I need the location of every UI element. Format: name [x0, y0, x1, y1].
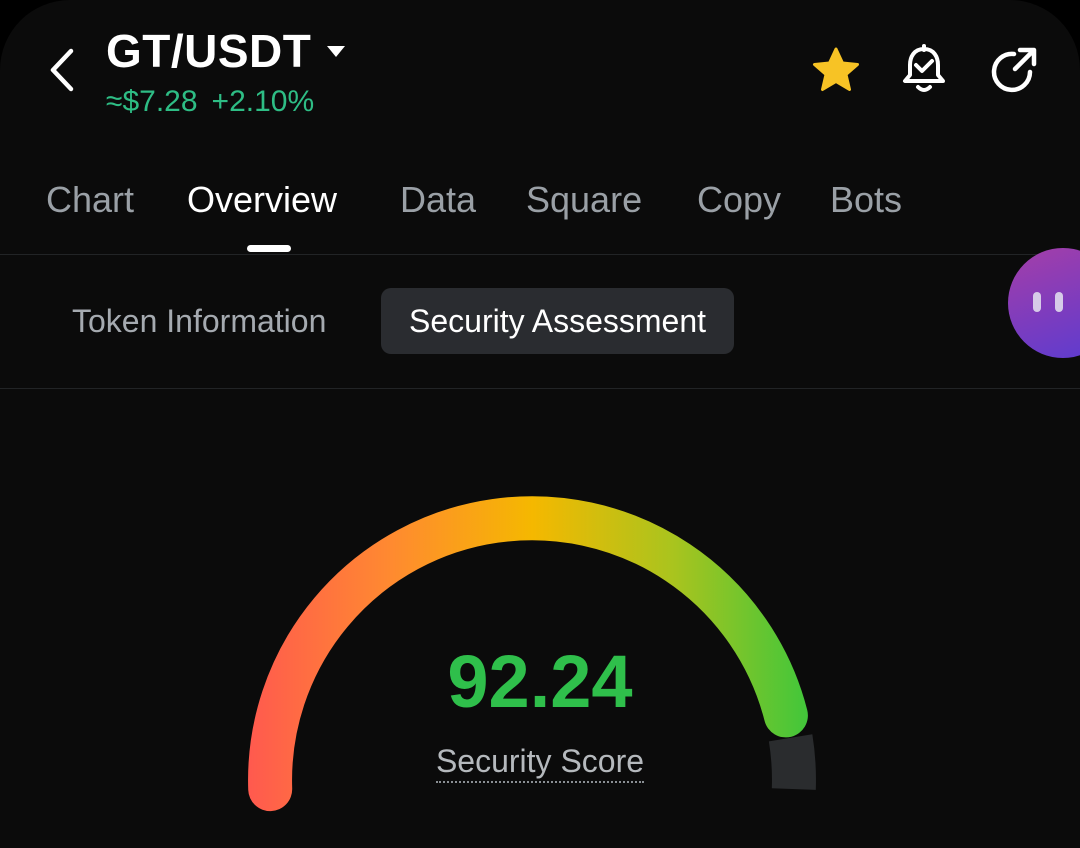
- assistant-eye-icon: [1033, 292, 1041, 312]
- tab-data[interactable]: Data: [400, 176, 476, 224]
- tab-copy[interactable]: Copy: [697, 176, 781, 224]
- star-icon: [813, 47, 859, 91]
- tab-chart[interactable]: Chart: [46, 176, 134, 224]
- bell-check-icon: [903, 44, 945, 92]
- pair-selector[interactable]: GT/USDT: [106, 24, 347, 78]
- subtabs-divider: [0, 388, 1080, 389]
- gauge-track: [768, 734, 816, 790]
- share-button[interactable]: [988, 44, 1040, 96]
- favorite-button[interactable]: [810, 44, 862, 96]
- share-icon: [991, 47, 1037, 93]
- subtab-security-assessment[interactable]: Security Assessment: [381, 288, 734, 354]
- price-alert-button[interactable]: [898, 44, 950, 96]
- back-button[interactable]: [38, 44, 86, 96]
- caret-down-icon: [327, 46, 346, 57]
- assistant-eye-icon: [1055, 292, 1063, 312]
- security-score-value: 92.24: [447, 640, 633, 723]
- active-tab-indicator: [247, 245, 291, 252]
- subtab-token-information[interactable]: Token Information: [72, 288, 326, 354]
- tabs-divider: [0, 254, 1080, 255]
- tab-overview[interactable]: Overview: [187, 176, 337, 224]
- assistant-bubble[interactable]: [1008, 248, 1080, 358]
- security-score-label-text: Security Score: [435, 743, 645, 783]
- pair-name: GT/USDT: [106, 25, 312, 77]
- security-score-label[interactable]: Security Score: [340, 740, 740, 783]
- tab-bots[interactable]: Bots: [830, 176, 902, 224]
- price-change: +2.10%: [211, 85, 315, 118]
- chevron-left-icon: [50, 48, 74, 92]
- tab-square[interactable]: Square: [526, 176, 642, 224]
- price-row: ≈$7.28 +2.10%: [106, 84, 314, 120]
- screen: GT/USDT ≈$7.28 +2.10% Chart Overview Dat…: [0, 0, 1080, 848]
- last-price: ≈$7.28: [106, 85, 198, 118]
